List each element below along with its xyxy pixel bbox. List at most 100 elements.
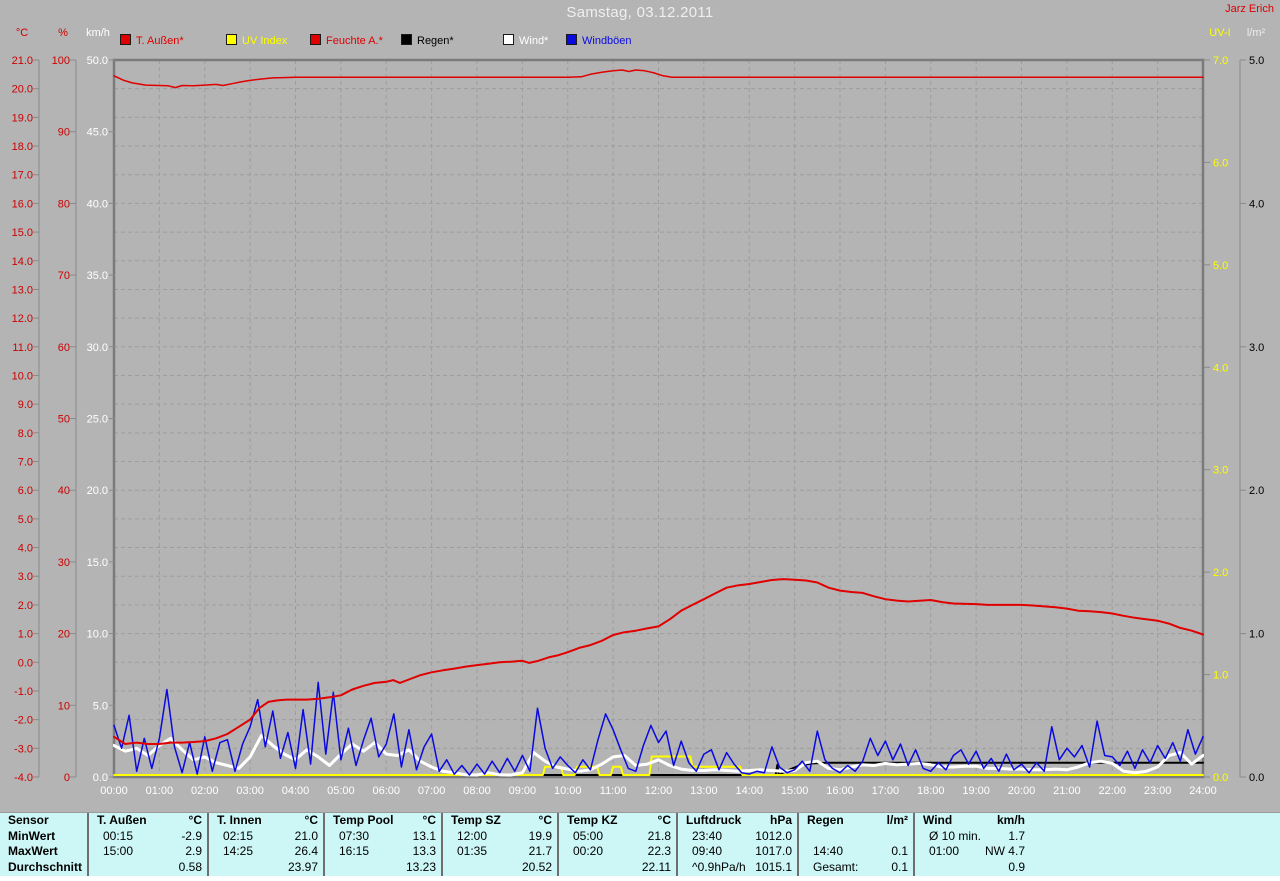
table-row: 23.97 [209, 860, 325, 876]
sensor-time: 14:25 [223, 844, 254, 859]
sensor-time: 05:00 [573, 828, 604, 843]
legend-swatch-icon [503, 34, 514, 45]
x-axis-label: 17:00 [872, 785, 900, 797]
sensor-value: 1012.0 [755, 828, 792, 843]
table-row: 20.52 [443, 860, 559, 876]
x-axis-label: 12:00 [645, 785, 673, 797]
sensor-time: 01:00 [929, 844, 960, 859]
legend-item: T. Außen* [120, 31, 184, 47]
table-row: 01:35 21.7 [443, 844, 559, 860]
sensor-unit: °C [538, 813, 552, 827]
x-axis-label: 20:00 [1008, 785, 1036, 797]
sensor-name: Luftdruck [686, 813, 742, 827]
sensor-time: 00:20 [573, 844, 604, 859]
axis-tick-label: 4.0 [1249, 198, 1264, 210]
legend-swatch-icon [120, 34, 131, 45]
sensor-time: 07:30 [339, 828, 370, 843]
table-row: 16:15 13.3 [325, 844, 443, 860]
axis-tick-label: 10.0 [87, 629, 108, 641]
axis-tick-label: 35.0 [87, 270, 108, 282]
table-row-label-column: Sensor MinWert MaxWert Durchschnitt [0, 813, 87, 876]
axis-tick-label: 5.0 [1249, 55, 1264, 67]
sensor-time: 02:15 [223, 828, 254, 843]
x-axis-label: 24:00 [1189, 785, 1217, 797]
axis-tick-label: 12.0 [12, 313, 33, 325]
axis-tick-label: 14.0 [12, 256, 33, 268]
sensor-value: 13.3 [412, 844, 436, 859]
axis-tick-label: 0.0 [1249, 772, 1264, 784]
table-row: 07:30 13.1 [325, 829, 443, 845]
axis-tick-label: 100 [52, 55, 70, 67]
sensor-name: Temp KZ [567, 813, 618, 827]
axis-tick-label: 0.0 [93, 772, 108, 784]
x-axis-label: 06:00 [372, 785, 400, 797]
x-axis-label: 10:00 [554, 785, 582, 797]
sensor-name: T. Innen [217, 813, 262, 827]
legend-label: Wind* [519, 35, 549, 47]
axis-tick-label: 7.0 [1213, 55, 1228, 67]
x-axis-label: 22:00 [1098, 785, 1126, 797]
table-row-label: Sensor [8, 813, 49, 827]
x-axis-label: 05:00 [327, 785, 355, 797]
sensor-value: -2.9 [181, 828, 202, 843]
axis-tick-label: 1.0 [1213, 670, 1228, 682]
sensor-time: 01:35 [457, 844, 488, 859]
table-row: 0.58 [89, 860, 209, 876]
table-column: Wind km/h Ø 10 min. 1.7 01:00 NW 4.7 0.9 [913, 813, 1032, 876]
table-column: Luftdruck hPa 23:40 1012.0 09:40 1017.0 ^0.9hP… [676, 813, 799, 876]
table-row: 15:00 2.9 [89, 844, 209, 860]
axis-tick-label: 30 [58, 557, 70, 569]
axis-tick-label: 50.0 [87, 55, 108, 67]
table-row: 13.23 [325, 860, 443, 876]
legend-swatch-icon [310, 34, 321, 45]
axis-tick-label: 80 [58, 198, 70, 210]
table-row: Temp KZ °C [559, 813, 678, 829]
sensor-time: Ø 10 min. [929, 828, 982, 843]
sensor-value: 13.23 [405, 860, 436, 875]
sensor-value: 0.1 [891, 860, 908, 875]
axis-tick-label: 10.0 [12, 370, 33, 382]
sensor-value: 1.7 [1008, 828, 1025, 843]
axis-tick-label: 45.0 [87, 127, 108, 139]
table-row: MaxWert [0, 844, 87, 860]
sensor-value: 21.7 [528, 844, 552, 859]
table-row: MinWert [0, 829, 87, 845]
axis-tick-label: 7.0 [18, 457, 33, 469]
axis-title: °C [15, 27, 29, 39]
sensor-unit: hPa [769, 813, 792, 827]
legend-item: Feuchte A.* [310, 31, 383, 47]
sensor-value: 13.1 [412, 828, 436, 843]
axis-tick-label: 11.0 [12, 342, 33, 354]
axis-title: l/m² [1246, 27, 1266, 39]
table-row: Regen l/m² [799, 813, 915, 829]
table-row: Ø 10 min. 1.7 [915, 829, 1032, 845]
legend-item: Wind* [503, 31, 549, 47]
axis-tick-label: 18.0 [12, 141, 33, 153]
table-column: Regen l/m² 14:40 0.1 Gesamt: 0.1 [797, 813, 915, 876]
axis-tick-label: 50 [58, 414, 70, 426]
weather-app-window: -4.0 -3.0 -2.0 -1.0 0.0 1.0 2.0 3.0 4.0 5.0 6.0 7.0… [0, 0, 1280, 881]
table-row: 12:00 19.9 [443, 829, 559, 845]
x-axis-label: 11:00 [600, 785, 627, 797]
x-axis-label: 14:00 [735, 785, 763, 797]
axis-tick-label: 8.0 [18, 428, 33, 440]
sensor-time: 16:15 [339, 844, 370, 859]
axis-tick-label: 13.0 [12, 284, 33, 296]
axis-tick-label: 40.0 [87, 198, 108, 210]
credit-label: Jarz Erich [1225, 3, 1274, 15]
axis-tick-label: 4.0 [1213, 362, 1228, 374]
table-column: T. Innen °C 02:15 21.0 14:25 26.4 23.97 [207, 813, 325, 876]
table-row: 0.9 [915, 860, 1032, 876]
table-row: 14:25 26.4 [209, 844, 325, 860]
axis-title: % [58, 27, 68, 39]
axis-tick-label: 1.0 [1249, 629, 1264, 641]
sensor-name: Temp SZ [451, 813, 501, 827]
table-row: Sensor [0, 813, 87, 829]
table-column: T. Außen °C 00:15 -2.9 15:00 2.9 0.58 [87, 813, 209, 876]
page-title: Samstag, 03.12.2011 [566, 4, 714, 21]
x-axis-label: 19:00 [962, 785, 990, 797]
axis-tick-label: 5.0 [1213, 260, 1228, 272]
sensor-value: 22.11 [641, 860, 671, 875]
sensor-value: 0.58 [178, 860, 202, 875]
table-row: 00:20 22.3 [559, 844, 678, 860]
